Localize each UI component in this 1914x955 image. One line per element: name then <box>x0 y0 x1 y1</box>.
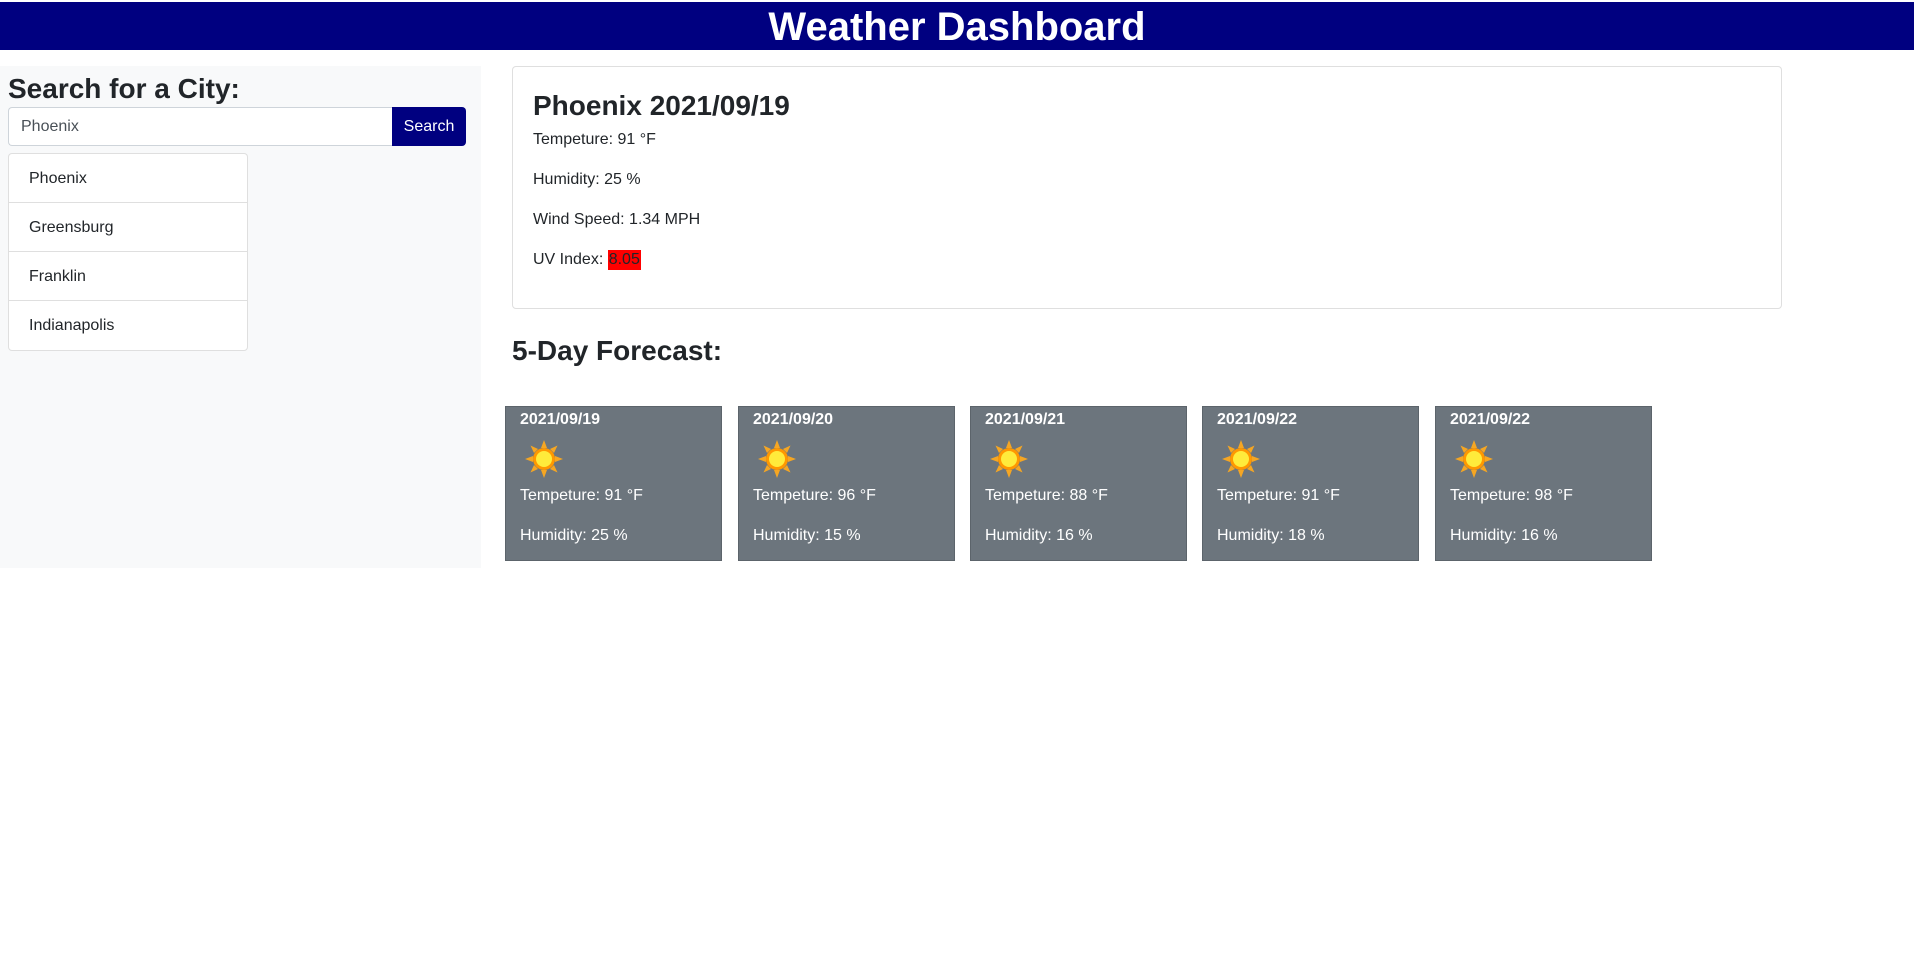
forecast-card: 2021/09/22 Tempeture: 91 °F Humidity: 18… <box>1202 406 1419 561</box>
forecast-date: 2021/09/20 <box>753 411 834 428</box>
forecast-date: 2021/09/22 <box>1217 411 1298 428</box>
current-temperature: Tempeture: 91 °F <box>533 131 656 148</box>
forecast-card: 2021/09/21 Tempeture: 88 °F Humidity: 16… <box>970 406 1187 561</box>
current-weather-card: Phoenix 2021/09/19 Tempeture: 91 °F Humi… <box>512 66 1782 309</box>
forecast-temperature: Tempeture: 98 °F <box>1450 487 1573 504</box>
forecast-humidity: Humidity: 16 % <box>985 527 1093 544</box>
forecast-card: 2021/09/20 Tempeture: 96 °F Humidity: 15… <box>738 406 955 561</box>
forecast-temperature: Tempeture: 88 °F <box>985 487 1108 504</box>
sun-icon <box>990 440 1028 478</box>
app-header: Weather Dashboard <box>0 2 1914 50</box>
current-uv-index: UV Index: 8.05 <box>533 250 641 270</box>
forecast-date: 2021/09/22 <box>1450 411 1531 428</box>
search-history-list: Phoenix Greensburg Franklin Indianapolis <box>8 153 248 351</box>
forecast-humidity: Humidity: 15 % <box>753 527 861 544</box>
forecast-heading: 5-Day Forecast: <box>512 335 723 366</box>
city-search-input[interactable] <box>8 107 393 146</box>
sun-icon <box>1222 440 1260 478</box>
forecast-temperature: Tempeture: 91 °F <box>520 487 643 504</box>
sun-icon <box>758 440 796 478</box>
history-item-greensburg[interactable]: Greensburg <box>9 203 247 252</box>
forecast-row: 2021/09/19 Tempeture: 91 °F Humidity: 25… <box>505 406 1655 561</box>
forecast-temperature: Tempeture: 91 °F <box>1217 487 1340 504</box>
current-humidity: Humidity: 25 % <box>533 171 641 188</box>
sun-icon <box>525 440 563 478</box>
history-item-franklin[interactable]: Franklin <box>9 252 247 301</box>
forecast-date: 2021/09/19 <box>520 411 601 428</box>
forecast-date: 2021/09/21 <box>985 411 1066 428</box>
current-city-title: Phoenix 2021/09/19 <box>533 90 790 121</box>
forecast-card: 2021/09/19 Tempeture: 91 °F Humidity: 25… <box>505 406 722 561</box>
current-wind-speed: Wind Speed: 1.34 MPH <box>533 211 701 228</box>
history-item-phoenix[interactable]: Phoenix <box>9 154 247 203</box>
sun-icon <box>1455 440 1493 478</box>
forecast-humidity: Humidity: 18 % <box>1217 527 1325 544</box>
search-sidebar: Search for a City: Search Phoenix Greens… <box>0 66 481 568</box>
search-heading: Search for a City: <box>8 73 240 104</box>
page-title: Weather Dashboard <box>768 5 1146 49</box>
forecast-card: 2021/09/22 Tempeture: 98 °F Humidity: 16… <box>1435 406 1652 561</box>
uv-index-label: UV Index: <box>533 251 608 268</box>
history-item-indianapolis[interactable]: Indianapolis <box>9 301 247 350</box>
uv-index-badge: 8.05 <box>607 250 641 270</box>
forecast-temperature: Tempeture: 96 °F <box>753 487 876 504</box>
forecast-humidity: Humidity: 16 % <box>1450 527 1558 544</box>
search-button[interactable]: Search <box>392 107 466 146</box>
forecast-humidity: Humidity: 25 % <box>520 527 628 544</box>
